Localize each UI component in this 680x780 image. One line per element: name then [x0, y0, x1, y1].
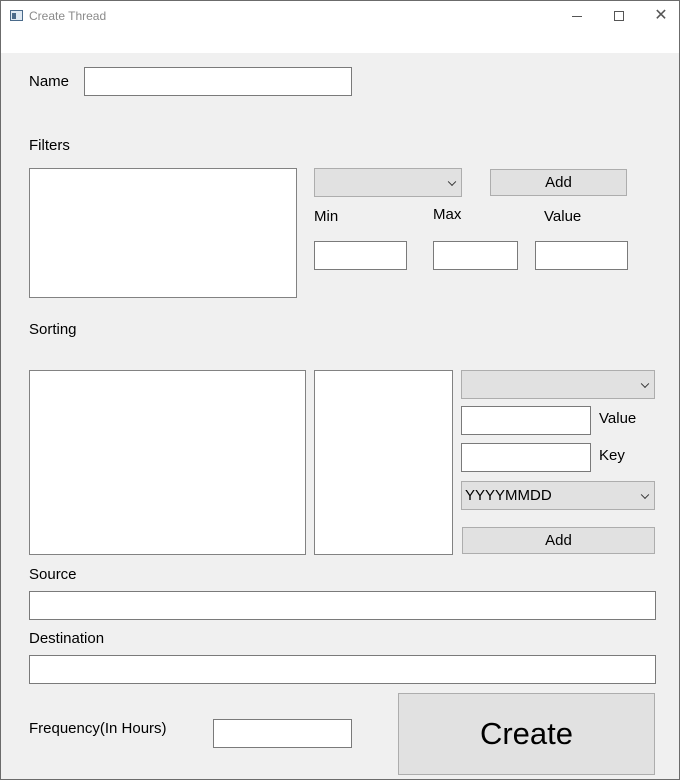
min-label: Min — [314, 208, 339, 225]
sorting-value-label: Value — [599, 410, 637, 427]
destination-input[interactable] — [29, 655, 656, 684]
close-icon: ✕ — [654, 7, 668, 24]
date-format-value: YYYYMMDD — [465, 487, 552, 504]
destination-label: Destination — [29, 630, 105, 647]
source-label: Source — [29, 566, 77, 583]
frequency-label: Frequency(In Hours) — [29, 720, 167, 737]
sorting-list[interactable] — [29, 370, 306, 555]
sorting-key-label: Key — [599, 447, 625, 464]
filter-value-label: Value — [544, 208, 582, 225]
max-input[interactable] — [433, 241, 518, 270]
app-icon — [10, 10, 23, 21]
name-input[interactable] — [84, 67, 352, 96]
sorting-label: Sorting — [29, 321, 77, 338]
maximize-icon — [614, 11, 624, 21]
create-thread-window: Create Thread ✕ Name Filters Add Min Max… — [0, 0, 680, 780]
filter-value-input[interactable] — [535, 241, 628, 270]
filters-list[interactable] — [29, 168, 297, 298]
name-label: Name — [29, 73, 70, 90]
date-format-dropdown[interactable]: YYYYMMDD — [461, 481, 655, 510]
sorting-key-input[interactable] — [461, 443, 591, 472]
max-label: Max — [433, 206, 462, 223]
close-button[interactable]: ✕ — [639, 1, 680, 31]
chevron-down-icon — [447, 177, 457, 186]
source-input[interactable] — [29, 591, 656, 620]
sorting-field-dropdown[interactable] — [461, 370, 655, 399]
filters-label: Filters — [29, 137, 70, 154]
frequency-input[interactable] — [213, 719, 352, 748]
minimize-button[interactable] — [555, 1, 599, 31]
maximize-button[interactable] — [597, 1, 641, 31]
filters-field-dropdown[interactable] — [314, 168, 462, 197]
filters-add-button[interactable]: Add — [490, 169, 627, 196]
create-button[interactable]: Create — [398, 693, 655, 775]
title-bar[interactable]: Create Thread ✕ — [1, 1, 679, 53]
sorting-secondary-list[interactable] — [314, 370, 453, 555]
min-input[interactable] — [314, 241, 407, 270]
sorting-value-input[interactable] — [461, 406, 591, 435]
window-title: Create Thread — [29, 9, 107, 23]
chevron-down-icon — [640, 379, 650, 388]
minimize-icon — [572, 15, 582, 17]
sorting-add-button[interactable]: Add — [462, 527, 655, 554]
chevron-down-icon — [640, 490, 650, 499]
